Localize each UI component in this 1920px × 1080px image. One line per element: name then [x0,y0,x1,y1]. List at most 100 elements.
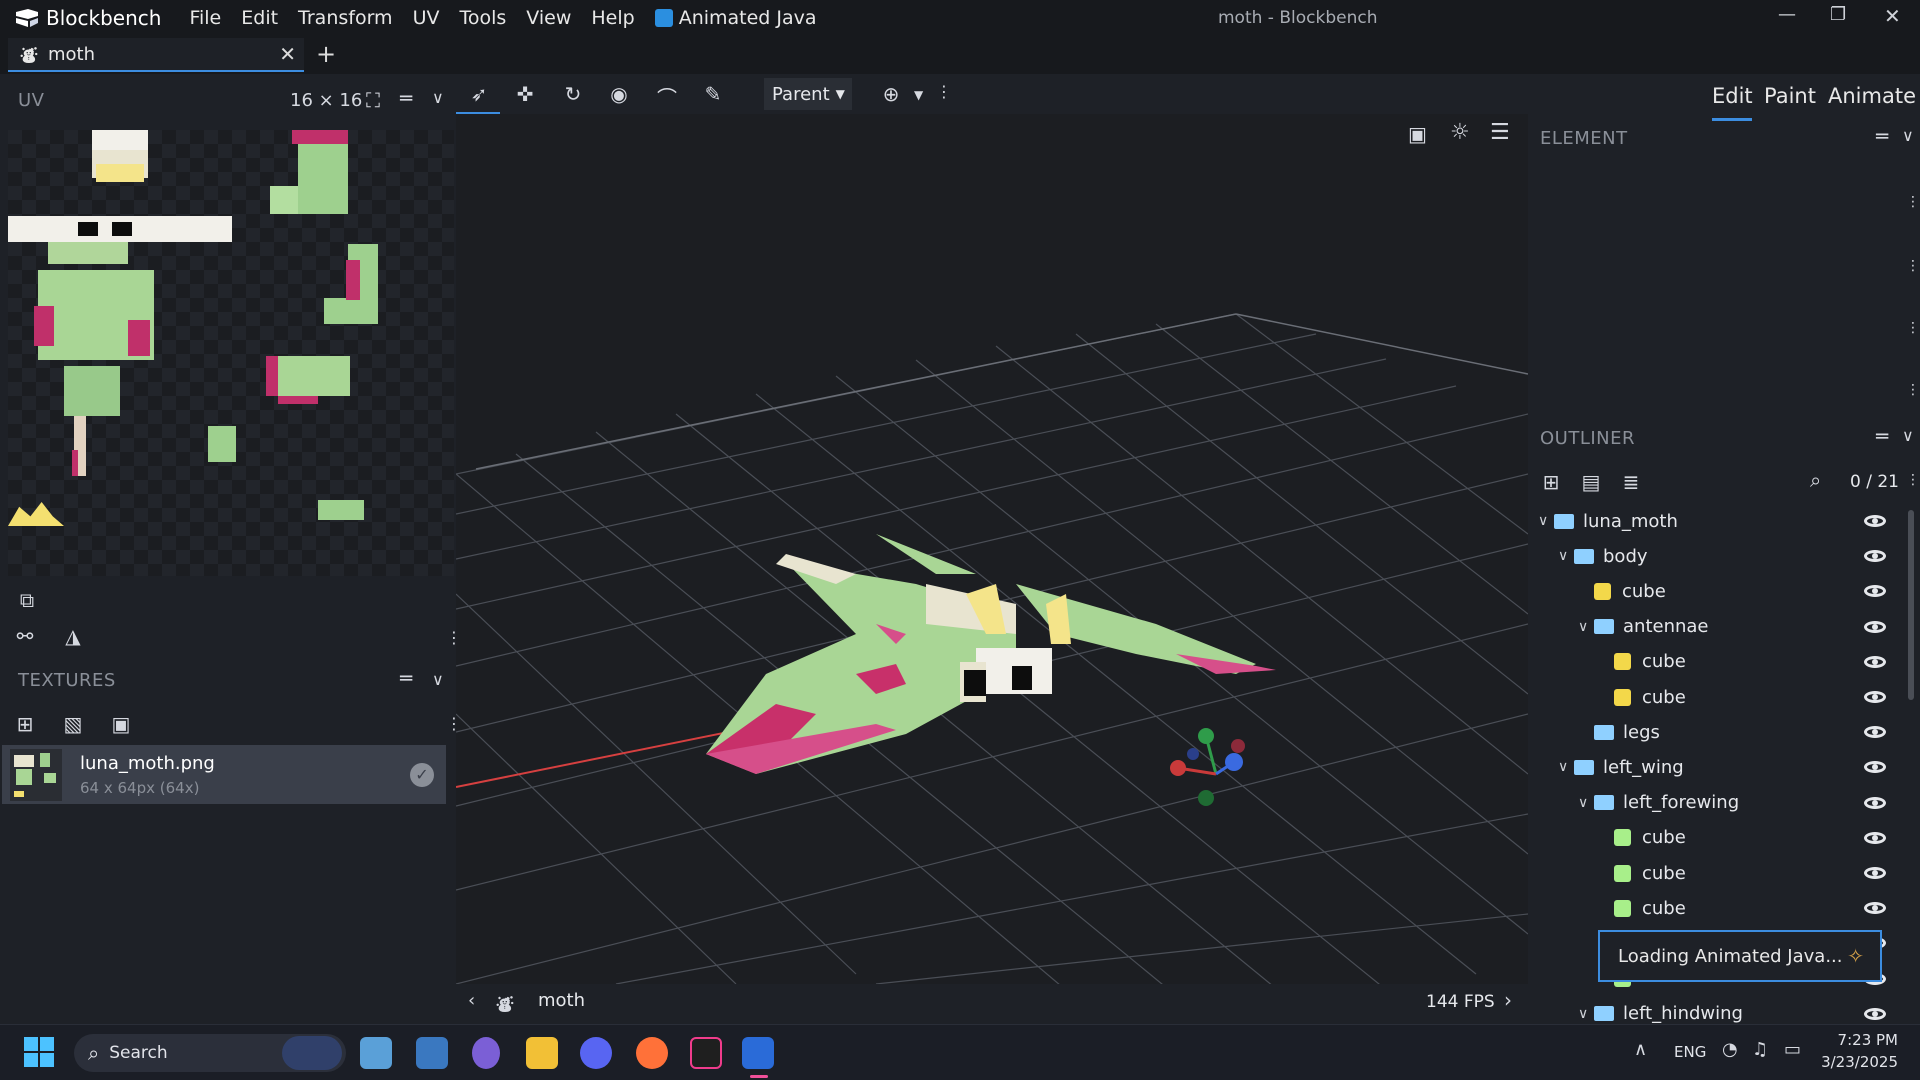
expand-chevron-icon[interactable]: ∨ [1558,548,1574,564]
visibility-eye-icon[interactable] [1864,620,1886,633]
menu-uv[interactable]: UV [403,7,450,29]
visibility-eye-icon[interactable] [1864,867,1886,879]
resize-tool-icon[interactable]: ✜ [512,82,538,106]
visibility-eye-icon[interactable] [1864,515,1886,527]
collapse-element-icon[interactable]: ∨ [1902,126,1914,145]
expand-chevron-icon[interactable]: ∨ [1578,1006,1594,1022]
visibility-eye-icon[interactable] [1864,726,1886,739]
rotate-tool-icon[interactable]: ↻ [560,82,586,106]
discord-icon[interactable] [580,1037,612,1069]
file-explorer-icon[interactable] [526,1037,558,1069]
clock-date[interactable]: 3/23/2025 [1820,1053,1898,1071]
visibility-eye-icon[interactable] [1864,655,1886,668]
expand-chevron-icon[interactable]: ∨ [1578,619,1594,635]
search-outliner-icon[interactable]: ⌕ [1810,468,1821,492]
outliner-group[interactable]: legs [1528,715,1898,749]
outliner-cube[interactable]: cube [1528,574,1898,608]
panel-menu-icon[interactable]: ═ [400,86,412,110]
visibility-eye-icon[interactable] [1864,1007,1886,1020]
create-texture-icon[interactable]: ▧ [60,712,86,736]
fullscreen-icon[interactable]: ⛶ [366,88,380,112]
move-tool-icon[interactable]: ➶ [466,82,492,106]
uv-grid-size[interactable]: 16 × 16 [290,90,362,111]
close-tab-icon[interactable]: ✕ [279,42,296,66]
firefox-icon[interactable] [636,1037,668,1069]
windows-start-icon[interactable] [24,1037,54,1067]
brush-tool-icon[interactable]: ✎ [700,82,726,106]
outliner-group[interactable]: ∨ luna_moth [1528,504,1898,538]
element-more-icon[interactable]: ⋮ [1906,382,1920,398]
app-logo[interactable]: Blockbench [14,6,161,30]
add-cube-icon[interactable]: ⊞ [1538,470,1564,494]
outliner-menu-icon[interactable]: ═ [1876,424,1888,448]
lighting-icon[interactable]: ☼ [1450,120,1470,145]
outliner-group[interactable]: ∨ left_hindwing [1528,997,1898,1024]
menu-edit[interactable]: Edit [231,7,288,29]
mode-paint[interactable]: Paint [1764,84,1816,108]
menu-tools[interactable]: Tools [449,7,516,29]
uv-editor-canvas[interactable] [8,130,454,576]
3d-viewport[interactable]: ▣ ☼ ☰ [456,114,1528,984]
visibility-eye-icon[interactable] [1864,902,1886,915]
outliner-cube[interactable]: cube [1528,680,1898,714]
next-icon[interactable]: › [1504,988,1512,1012]
show-hidden-icons-icon[interactable]: ∧ [1634,1039,1647,1060]
new-tab-button[interactable]: + [316,40,336,68]
texture-list-item[interactable]: luna_moth.png 64 x 64px (64x) ✓ [2,745,446,804]
menu-view[interactable]: View [516,7,581,29]
taskbar-search[interactable]: ⌕ Search [74,1034,346,1072]
transform-dropdown-icon[interactable]: ▼ [914,88,923,102]
visibility-eye-icon[interactable] [1864,796,1886,809]
element-more-icon[interactable]: ⋮ [1906,258,1920,274]
close-window-button[interactable]: ✕ [1884,4,1901,28]
minimize-button[interactable]: — [1778,4,1796,25]
pivot-tool-icon[interactable]: ◉ [606,82,632,106]
outliner-group[interactable]: ∨ left_forewing [1528,786,1898,820]
mode-edit[interactable]: Edit [1712,84,1753,108]
outliner-cube[interactable]: cube [1528,645,1898,679]
collapse-textures-icon[interactable]: ∨ [432,670,444,689]
menu-transform[interactable]: Transform [288,7,403,29]
expand-chevron-icon[interactable]: ∨ [1578,795,1594,811]
expand-chevron-icon[interactable]: ∨ [1558,759,1574,775]
battery-icon[interactable]: ▭ [1784,1039,1801,1060]
outliner-cube[interactable]: cube [1528,821,1898,855]
toolbar-more-icon[interactable]: ⋮ [936,82,952,101]
viewport-menu-icon[interactable]: ☰ [1490,120,1510,145]
collapse-uv-icon[interactable]: ∨ [432,88,444,107]
expand-chevron-icon[interactable]: ∨ [1538,513,1554,529]
restore-button[interactable]: ❐ [1830,4,1846,25]
outliner-cube[interactable]: cube [1528,891,1898,925]
outliner-group[interactable]: ∨ antennae [1528,610,1898,644]
clock-time[interactable]: 7:23 PM [1836,1031,1898,1049]
axis-gizmo[interactable] [1170,728,1245,806]
element-more-icon[interactable]: ⋮ [1906,194,1920,210]
load-texture-folder-icon[interactable]: ▣ [108,712,134,736]
blockbench-taskbar-icon[interactable] [742,1037,774,1069]
volume-icon[interactable]: ♫ [1752,1039,1768,1060]
visibility-eye-icon[interactable] [1864,585,1886,598]
copy-uv-icon[interactable]: ⧉ [14,588,40,612]
textures-menu-icon[interactable]: ═ [400,666,412,690]
menu-help[interactable]: Help [581,7,644,29]
visibility-eye-icon[interactable] [1864,691,1886,703]
taskbar-app-icon[interactable] [472,1037,500,1069]
moth-model[interactable] [706,534,1276,774]
tab-moth[interactable]: ⛇ moth ✕ [8,38,304,72]
outliner-more-icon[interactable]: ⋮ [1906,472,1920,488]
taskbar-app-icon[interactable] [416,1037,448,1069]
taskbar-app-icon[interactable] [360,1037,392,1069]
mirror-icon[interactable]: ◮ [60,624,86,648]
element-more-icon[interactable]: ⋮ [1906,320,1920,336]
previous-icon[interactable]: ‹ [468,990,475,1011]
pivot-mode-select[interactable]: Parent ▼ [764,78,852,110]
texture-selected-check-icon[interactable]: ✓ [410,763,434,787]
import-texture-icon[interactable]: ⊞ [12,712,38,736]
visibility-eye-icon[interactable] [1864,761,1886,774]
menu-animated-java[interactable]: Animated Java [645,7,827,29]
sort-icon[interactable]: ≣ [1618,470,1644,494]
transform-space-icon[interactable]: ⊕ [878,82,904,106]
language-indicator[interactable]: ENG [1674,1043,1706,1061]
visibility-eye-icon[interactable] [1864,831,1886,844]
mode-animate[interactable]: Animate [1828,84,1916,108]
